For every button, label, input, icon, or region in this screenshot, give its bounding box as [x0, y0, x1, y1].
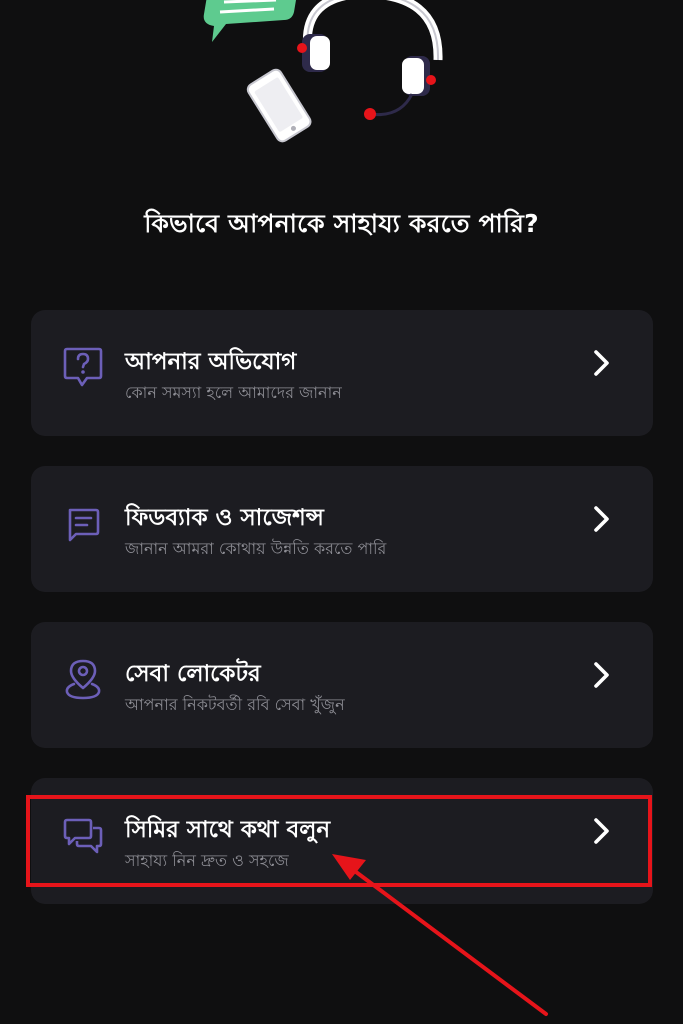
chat-bubbles-icon — [63, 818, 103, 854]
headset-icon — [297, 0, 443, 120]
phone-icon — [246, 68, 312, 143]
question-bubble-icon — [63, 347, 103, 387]
option-title: সেবা লোকেটর — [125, 661, 261, 687]
help-screen: কিভাবে আপনাকে সাহায্য করতে পারি? আপনার অ… — [0, 0, 683, 1024]
chevron-right-icon — [594, 350, 609, 376]
chevron-right-icon — [594, 662, 609, 688]
page-heading: কিভাবে আপনাকে সাহায্য করতে পারি? — [144, 209, 539, 238]
option-subtitle: আপনার নিকটবর্তী রবি সেবা খুঁজুন — [125, 695, 345, 714]
support-illustration — [203, 0, 443, 143]
option-subtitle: সাহায্য নিন দ্রুত ও সহজে — [125, 851, 289, 870]
option-title: আপনার অভিযোগ — [125, 349, 297, 375]
option-subtitle: কোন সমস্যা হলে আমাদের জানান — [125, 383, 342, 402]
option-title: ফিডব্যাক ও সাজেশন্স — [125, 505, 324, 531]
chevron-right-icon — [594, 506, 609, 532]
chevron-right-icon — [594, 818, 609, 844]
feedback-option[interactable]: ফিডব্যাক ও সাজেশন্স জানান আমরা কোথায় উন… — [31, 466, 653, 592]
location-pin-icon — [65, 659, 101, 700]
chat-bubble-icon — [203, 0, 296, 42]
talk-to-simi-option[interactable]: সিমির সাথে কথা বলুন সাহায্য নিন দ্রুত ও … — [31, 778, 653, 904]
message-lines-icon — [68, 508, 100, 542]
option-title: সিমির সাথে কথা বলুন — [125, 817, 331, 843]
service-locator-option[interactable]: সেবা লোকেটর আপনার নিকটবর্তী রবি সেবা খুঁ… — [31, 622, 653, 748]
option-subtitle: জানান আমরা কোথায় উন্নতি করতে পারি — [125, 539, 387, 558]
complaint-option[interactable]: আপনার অভিযোগ কোন সমস্যা হলে আমাদের জানান — [31, 310, 653, 436]
